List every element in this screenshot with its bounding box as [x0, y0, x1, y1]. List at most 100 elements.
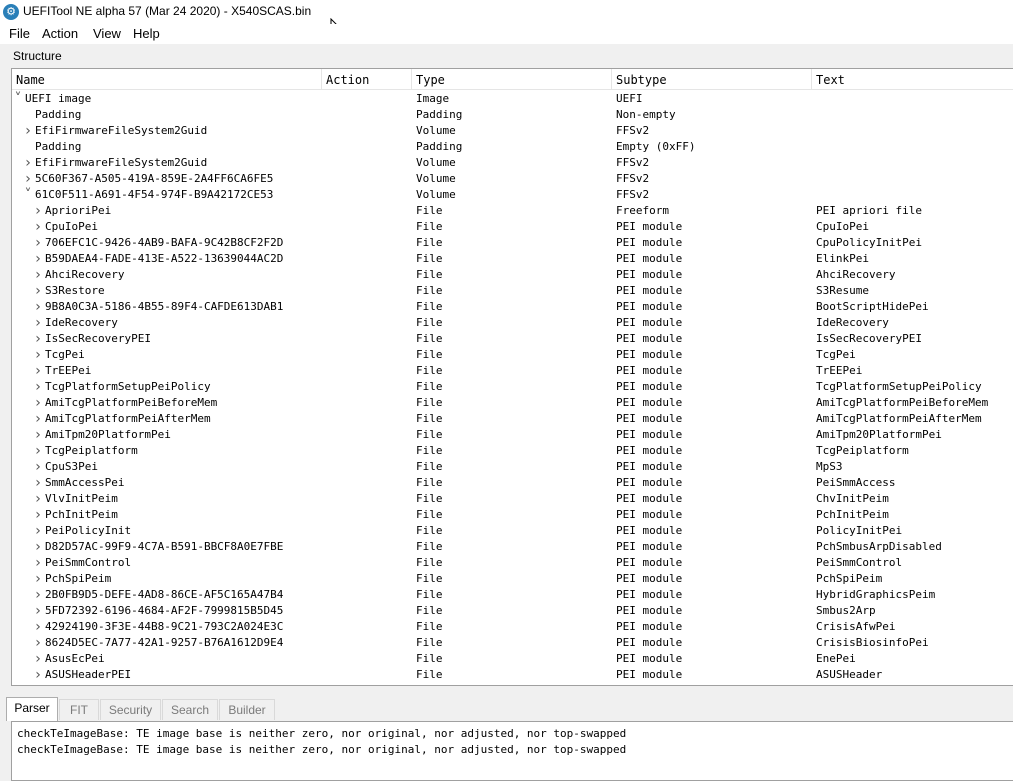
chevron-right-icon[interactable]: › [33, 219, 43, 235]
tree-row[interactable]: › 42924190-3F3E-44B8-9C21-793C2A024E3C Fil… [12, 619, 1013, 635]
column-header-type[interactable]: Type [412, 69, 612, 89]
chevron-down-icon[interactable]: ˅ [23, 187, 33, 203]
chevron-down-icon[interactable]: ˅ [13, 91, 23, 107]
menu-help[interactable]: Help [131, 26, 162, 41]
tab-parser[interactable]: Parser [6, 697, 58, 721]
tree-row[interactable]: › 706EFC1C-9426-4AB9-BAFA-9C42B8CF2F2D Fil… [12, 235, 1013, 251]
chevron-right-icon[interactable]: › [33, 459, 43, 475]
tree-row[interactable]: › 5FD72392-6196-4684-AF2F-7999815B5D45 Fil… [12, 603, 1013, 619]
chevron-right-icon[interactable]: › [33, 235, 43, 251]
chevron-right-icon[interactable]: › [33, 251, 43, 267]
tree-row[interactable]: › 9B8A0C3A-5186-4B55-89F4-CAFDE613DAB1 Fil… [12, 299, 1013, 315]
chevron-right-icon[interactable]: › [33, 667, 43, 683]
row-name-cell: 2B0FB9D5-DEFE-4AD8-86CE-AF5C165A47B4 [45, 588, 284, 601]
row-type-cell: File [416, 204, 443, 217]
row-text-cell: BootScriptHidePei [816, 300, 929, 313]
chevron-right-icon[interactable]: › [23, 171, 33, 187]
tab-builder[interactable]: Builder [219, 699, 275, 720]
column-header-name[interactable]: Name [12, 69, 322, 89]
tree-row[interactable]: › TcgPlatformSetupPeiPolicy File PEI module… [12, 379, 1013, 395]
tree-row[interactable]: › 5C60F367-A505-419A-859E-2A4FF6CA6FE5 Vol… [12, 171, 1013, 187]
row-text-cell: HybridGraphicsPeim [816, 588, 936, 601]
chevron-right-icon[interactable]: › [33, 395, 43, 411]
chevron-right-icon[interactable]: › [33, 523, 43, 539]
chevron-right-icon[interactable]: › [33, 587, 43, 603]
tree-row[interactable]: › AhciRecovery File PEI module AhciRecovery [12, 267, 1013, 283]
tree-row[interactable]: › TcgPeiplatform File PEI module TcgPeiplatf… [12, 443, 1013, 459]
tree-row[interactable]: › VlvInitPeim File PEI module ChvInitPeim [12, 491, 1013, 507]
tree-row[interactable]: › SmmAccessPei File PEI module PeiSmmAccess [12, 475, 1013, 491]
tree-row[interactable]: › CpuS3Pei File PEI module MpS3 [12, 459, 1013, 475]
chevron-right-icon[interactable]: › [23, 123, 33, 139]
chevron-right-icon[interactable]: › [33, 539, 43, 555]
tree-row[interactable]: › EfiFirmwareFileSystem2Guid Volume FFSv2 [12, 123, 1013, 139]
tree-row[interactable]: › PeiPolicyInit File PEI module PolicyInitPe… [12, 523, 1013, 539]
menu-view[interactable]: View [91, 26, 123, 41]
tree-row[interactable]: › TcgPei File PEI module TcgPei [12, 347, 1013, 363]
tree-row[interactable]: › B59DAEA4-FADE-413E-A522-13639044AC2D Fil… [12, 251, 1013, 267]
tab-fit[interactable]: FIT [59, 699, 99, 720]
column-header-action[interactable]: Action [322, 69, 412, 89]
tree-row[interactable]: Padding Padding Empty (0xFF) [12, 139, 1013, 155]
tree-row[interactable]: › AmiTcgPlatformPeiAfterMem File PEI module… [12, 411, 1013, 427]
tree-row[interactable]: › 8624D5EC-7A77-42A1-9257-B76A1612D9E4 Fil… [12, 635, 1013, 651]
tree-row[interactable]: › AsusEcPei File PEI module EnePei [12, 651, 1013, 667]
row-name-cell: Padding [35, 108, 82, 121]
row-type-cell: File [416, 668, 443, 681]
tree-row[interactable]: › TrEEPei File PEI module TrEEPei [12, 363, 1013, 379]
tree-row[interactable]: ˅ 61C0F511-A691-4F54-974F-B9A42172CE53 Vol… [12, 187, 1013, 203]
tree-row[interactable]: › PeiSmmControl File PEI module PeiSmmContro… [12, 555, 1013, 571]
gear-icon: ⚙ [3, 4, 19, 20]
tree-row[interactable]: › 2B0FB9D5-DEFE-4AD8-86CE-AF5C165A47B4 Fil… [12, 587, 1013, 603]
tab-security[interactable]: Security [100, 699, 161, 720]
tree-row[interactable]: › IsSecRecoveryPEI File PEI module IsSecReco… [12, 331, 1013, 347]
tree-row[interactable]: › PchSpiPeim File PEI module PchSpiPeim [12, 571, 1013, 587]
chevron-right-icon[interactable]: › [33, 651, 43, 667]
tree-row[interactable]: › D82D57AC-99F9-4C7A-B591-BBCF8A0E7FBE Fil… [12, 539, 1013, 555]
tree-row[interactable]: › AmiTcgPlatformPeiBeforeMem File PEI modul… [12, 395, 1013, 411]
chevron-right-icon[interactable]: › [33, 475, 43, 491]
tree-row[interactable]: › EfiFirmwareFileSystem2Guid Volume FFSv2 [12, 155, 1013, 171]
chevron-right-icon[interactable]: › [33, 315, 43, 331]
chevron-right-icon[interactable]: › [33, 411, 43, 427]
tab-search[interactable]: Search [162, 699, 218, 720]
tree-row[interactable]: ˅ UEFI image Image UEFI [12, 91, 1013, 107]
chevron-right-icon[interactable]: › [33, 267, 43, 283]
chevron-right-icon[interactable]: › [33, 203, 43, 219]
row-text-cell: PeiSmmControl [816, 556, 903, 569]
chevron-right-icon[interactable]: › [33, 379, 43, 395]
chevron-right-icon[interactable]: › [33, 635, 43, 651]
chevron-right-icon[interactable]: › [33, 507, 43, 523]
column-header-subtype[interactable]: Subtype [612, 69, 812, 89]
chevron-right-icon[interactable]: › [23, 155, 33, 171]
row-type-cell: Padding [416, 108, 463, 121]
chevron-right-icon[interactable]: › [33, 555, 43, 571]
row-name-cell: 9B8A0C3A-5186-4B55-89F4-CAFDE613DAB1 [45, 300, 284, 313]
tree-row[interactable]: › PchInitPeim File PEI module PchInitPeim [12, 507, 1013, 523]
chevron-right-icon[interactable]: › [33, 491, 43, 507]
column-header-text[interactable]: Text [812, 69, 1013, 89]
chevron-right-icon[interactable]: › [33, 619, 43, 635]
menu-action[interactable]: Action [40, 26, 80, 41]
chevron-right-icon[interactable]: › [33, 283, 43, 299]
messages-pane[interactable]: checkTeImageBase: TE image base is neith… [11, 721, 1013, 781]
chevron-right-icon[interactable]: › [33, 331, 43, 347]
row-name-cell: EfiFirmwareFileSystem2Guid [35, 156, 208, 169]
tree-row[interactable]: › IdeRecovery File PEI module IdeRecovery [12, 315, 1013, 331]
chevron-right-icon[interactable]: › [33, 299, 43, 315]
row-name-cell: 5FD72392-6196-4684-AF2F-7999815B5D45 [45, 604, 284, 617]
tree-row[interactable]: › AprioriPei File Freeform PEI apriori file [12, 203, 1013, 219]
tree-row[interactable]: › ASUSHeaderPEI File PEI module ASUSHeader [12, 667, 1013, 683]
structure-tree[interactable]: Name Action Type Subtype Text ˅ UEFI imag… [11, 68, 1013, 686]
chevron-right-icon[interactable]: › [33, 443, 43, 459]
chevron-right-icon[interactable]: › [33, 603, 43, 619]
tree-row[interactable]: › AmiTpm20PlatformPei File PEI module AmiTpm… [12, 427, 1013, 443]
chevron-right-icon[interactable]: › [33, 571, 43, 587]
menu-file[interactable]: File [7, 26, 32, 41]
chevron-right-icon[interactable]: › [33, 347, 43, 363]
chevron-right-icon[interactable]: › [33, 363, 43, 379]
tree-row[interactable]: › CpuIoPei File PEI module CpuIoPei [12, 219, 1013, 235]
chevron-right-icon[interactable]: › [33, 427, 43, 443]
tree-row[interactable]: Padding Padding Non-empty [12, 107, 1013, 123]
tree-row[interactable]: › S3Restore File PEI module S3Resume [12, 283, 1013, 299]
